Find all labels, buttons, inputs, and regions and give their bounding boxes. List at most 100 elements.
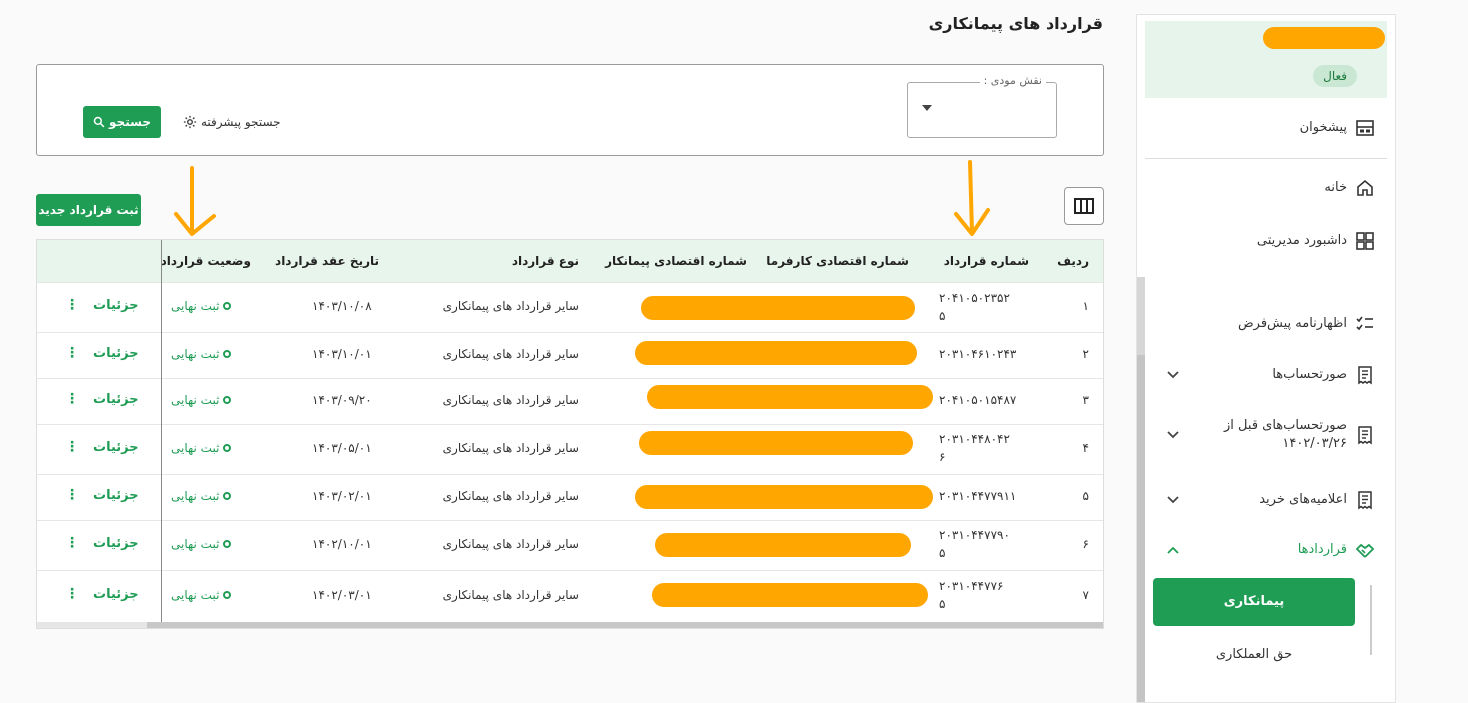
status-badge: ثبت نهایی: [171, 441, 232, 455]
cell-contract-date: ۱۴۰۳/۱۰/۰۸: [312, 299, 372, 313]
chevron-down-icon: [1167, 496, 1179, 504]
sidebar-item-label: خانه: [1324, 180, 1347, 195]
cell-contract-no: ۲۰۳۱۰۴۶۱۰۲۴۳: [939, 345, 1029, 363]
cell-row-number: ۱: [1082, 299, 1089, 313]
more-options-icon[interactable]: ⋮: [65, 391, 79, 407]
redacted-economic-codes: [635, 341, 917, 365]
sidebar-item-label: اعلامیه‌های خرید: [1259, 492, 1347, 507]
sidebar-item-invoices[interactable]: صورتحساب‌ها: [1145, 355, 1387, 395]
search-button[interactable]: جستجو: [83, 106, 161, 138]
cell-contract-type: سایر قرارداد های پیمانکاری: [442, 537, 579, 551]
handshake-icon: [1355, 543, 1375, 558]
cell-contract-no-line1: ۲۰۴۱۰۵۰۲۳۵۲: [939, 291, 1010, 305]
sidebar-item-inbox[interactable]: پیشخوان: [1145, 108, 1387, 148]
sidebar-item-dashboard[interactable]: داشبورد مدیریتی: [1145, 221, 1387, 261]
details-link[interactable]: جزئیات: [93, 346, 139, 361]
col-header-employer-code[interactable]: شماره اقتصادی کارفرما: [766, 240, 909, 282]
status-badge: ثبت نهایی: [171, 489, 232, 503]
col-header-status[interactable]: وضعیت قرارداد: [161, 240, 251, 282]
cell-contract-date: ۱۴۰۳/۰۹/۲۰: [312, 393, 372, 407]
more-options-icon[interactable]: ⋮: [65, 345, 79, 361]
sidebar-subitem-commission[interactable]: حق العملکاری: [1153, 635, 1355, 675]
details-link[interactable]: جزئیات: [93, 488, 139, 503]
cell-contract-no-line2: ۵: [939, 309, 946, 323]
details-link[interactable]: جزئیات: [93, 392, 139, 407]
sidebar: فعال پیشخوان خانه داشبورد مدیریتی اظهارن…: [1136, 14, 1396, 703]
table-row: ۶ ۲۰۳۱۰۴۴۷۷۹۰ ۵ سایر قرارداد های پیمانکار…: [37, 520, 1103, 570]
col-header-contract-no[interactable]: شماره قرارداد: [944, 240, 1029, 282]
sidebar-item-label-line2: ۱۴۰۲/۰۳/۲۶: [1282, 436, 1347, 451]
cell-contract-type: سایر قرارداد های پیمانکاری: [442, 393, 579, 407]
table-row: ۴ ۲۰۳۱۰۴۴۸۰۴۲ ۶ سایر قرارداد های پیمانکار…: [37, 424, 1103, 474]
sidebar-item-contracts[interactable]: قراردادها: [1145, 530, 1387, 570]
cell-contract-type: سایر قرارداد های پیمانکاری: [442, 441, 579, 455]
scroll-fade: [1145, 266, 1387, 282]
more-options-icon[interactable]: ⋮: [65, 297, 79, 313]
columns-icon: [1074, 198, 1094, 214]
advanced-search-button[interactable]: جستجو پیشرفته: [183, 112, 281, 132]
page-title: قرارداد های پیمانکاری: [928, 14, 1103, 33]
col-header-contractor-code[interactable]: شماره اقتصادی پیمانکار: [605, 240, 747, 282]
sidebar-scrollbar-thumb[interactable]: [1137, 355, 1145, 702]
table-row: ۳ ۲۰۴۱۰۵۰۱۵۴۸۷ سایر قرارداد های پیمانکار…: [37, 378, 1103, 424]
status-dot-icon: [223, 350, 232, 358]
more-options-icon[interactable]: ⋮: [65, 487, 79, 503]
col-header-type[interactable]: نوع قرارداد: [512, 240, 579, 282]
table-scrollbar-thumb[interactable]: [147, 622, 1103, 628]
cell-contract-no-line1: ۲۰۳۱۰۴۴۸۰۴۲: [939, 432, 1010, 446]
details-link[interactable]: جزئیات: [93, 440, 139, 455]
col-header-date[interactable]: تاریخ عقد قرارداد: [275, 240, 379, 282]
cell-contract-date: ۱۴۰۳/۰۲/۰۱: [312, 489, 372, 503]
sidebar-item-default-declaration[interactable]: اظهارنامه پیش‌فرض: [1145, 304, 1387, 344]
column-settings-button[interactable]: [1064, 187, 1104, 225]
sidebar-item-purchase-notices[interactable]: اعلامیه‌های خرید: [1145, 480, 1387, 520]
redacted-economic-codes: [655, 533, 911, 557]
redacted-economic-codes: [639, 431, 913, 455]
cell-contract-no: ۲۰۳۱۰۴۴۷۷۶ ۵: [939, 577, 1029, 613]
status-badge: ثبت نهایی: [171, 393, 232, 407]
table-row: ۷ ۲۰۳۱۰۴۴۷۷۶ ۵ سایر قرارداد های پیمانکاری…: [37, 570, 1103, 622]
role-select[interactable]: نقش مودی :: [907, 74, 1057, 138]
more-options-icon[interactable]: ⋮: [65, 535, 79, 551]
cell-contract-date: ۱۴۰۳/۱۰/۰۱: [312, 347, 372, 361]
status-dot-icon: [223, 302, 232, 310]
receipt-icon: [1358, 426, 1372, 445]
cell-row-number: ۳: [1082, 393, 1089, 407]
sidebar-item-label: صورتحساب‌ها: [1272, 367, 1347, 382]
advanced-search-label: جستجو پیشرفته: [201, 115, 281, 129]
status-dot-icon: [223, 591, 232, 599]
new-contract-button[interactable]: ثبت قرارداد جدید: [36, 194, 141, 226]
chevron-down-icon: [1167, 371, 1179, 379]
table-row: ۲ ۲۰۳۱۰۴۶۱۰۲۴۳ سایر قرارداد های پیمانکار…: [37, 332, 1103, 378]
redacted-economic-codes: [652, 583, 928, 607]
sidebar-subitem-contracting[interactable]: پیمانکاری: [1153, 578, 1355, 626]
cell-row-number: ۴: [1082, 441, 1089, 455]
cell-contract-no-line2: ۵: [939, 597, 946, 611]
sidebar-item-label: صورتحساب‌های قبل از ۱۴۰۲/۰۳/۲۶: [1224, 417, 1347, 453]
cell-row-number: ۶: [1082, 537, 1089, 551]
cell-contract-no-line2: ۶: [939, 450, 946, 464]
redacted-economic-codes: [641, 296, 915, 320]
col-header-row[interactable]: ردیف: [1057, 240, 1089, 282]
details-link[interactable]: جزئیات: [93, 298, 139, 313]
search-panel: نقش مودی : جستجو پیشرفته جستجو: [36, 64, 1104, 156]
sidebar-item-old-invoices[interactable]: صورتحساب‌های قبل از ۱۴۰۲/۰۳/۲۶: [1145, 415, 1387, 455]
table-header: ردیف شماره قرارداد شماره اقتصادی کارفرما…: [37, 240, 1103, 282]
redacted-economic-codes: [635, 485, 933, 509]
status-dot-icon: [223, 396, 232, 404]
cell-contract-type: سایر قرارداد های پیمانکاری: [442, 588, 579, 602]
more-options-icon[interactable]: ⋮: [65, 439, 79, 455]
sidebar-item-home[interactable]: خانه: [1145, 168, 1387, 208]
status-dot-icon: [223, 492, 232, 500]
contracts-table: ردیف شماره قرارداد شماره اقتصادی کارفرما…: [36, 239, 1104, 629]
chevron-down-icon: [1167, 431, 1179, 439]
cell-contract-no: ۲۰۴۱۰۵۰۱۵۴۸۷: [939, 391, 1029, 409]
more-options-icon[interactable]: ⋮: [65, 586, 79, 602]
details-link[interactable]: جزئیات: [93, 536, 139, 551]
cell-contract-date: ۱۴۰۲/۱۰/۰۱: [312, 537, 372, 551]
status-badge: ثبت نهایی: [171, 588, 232, 602]
status-label: ثبت نهایی: [171, 393, 220, 407]
cell-contract-no: ۲۰۳۱۰۴۴۷۷۹۰ ۵: [939, 526, 1029, 562]
cell-contract-type: سایر قرارداد های پیمانکاری: [442, 489, 579, 503]
details-link[interactable]: جزئیات: [93, 587, 139, 602]
